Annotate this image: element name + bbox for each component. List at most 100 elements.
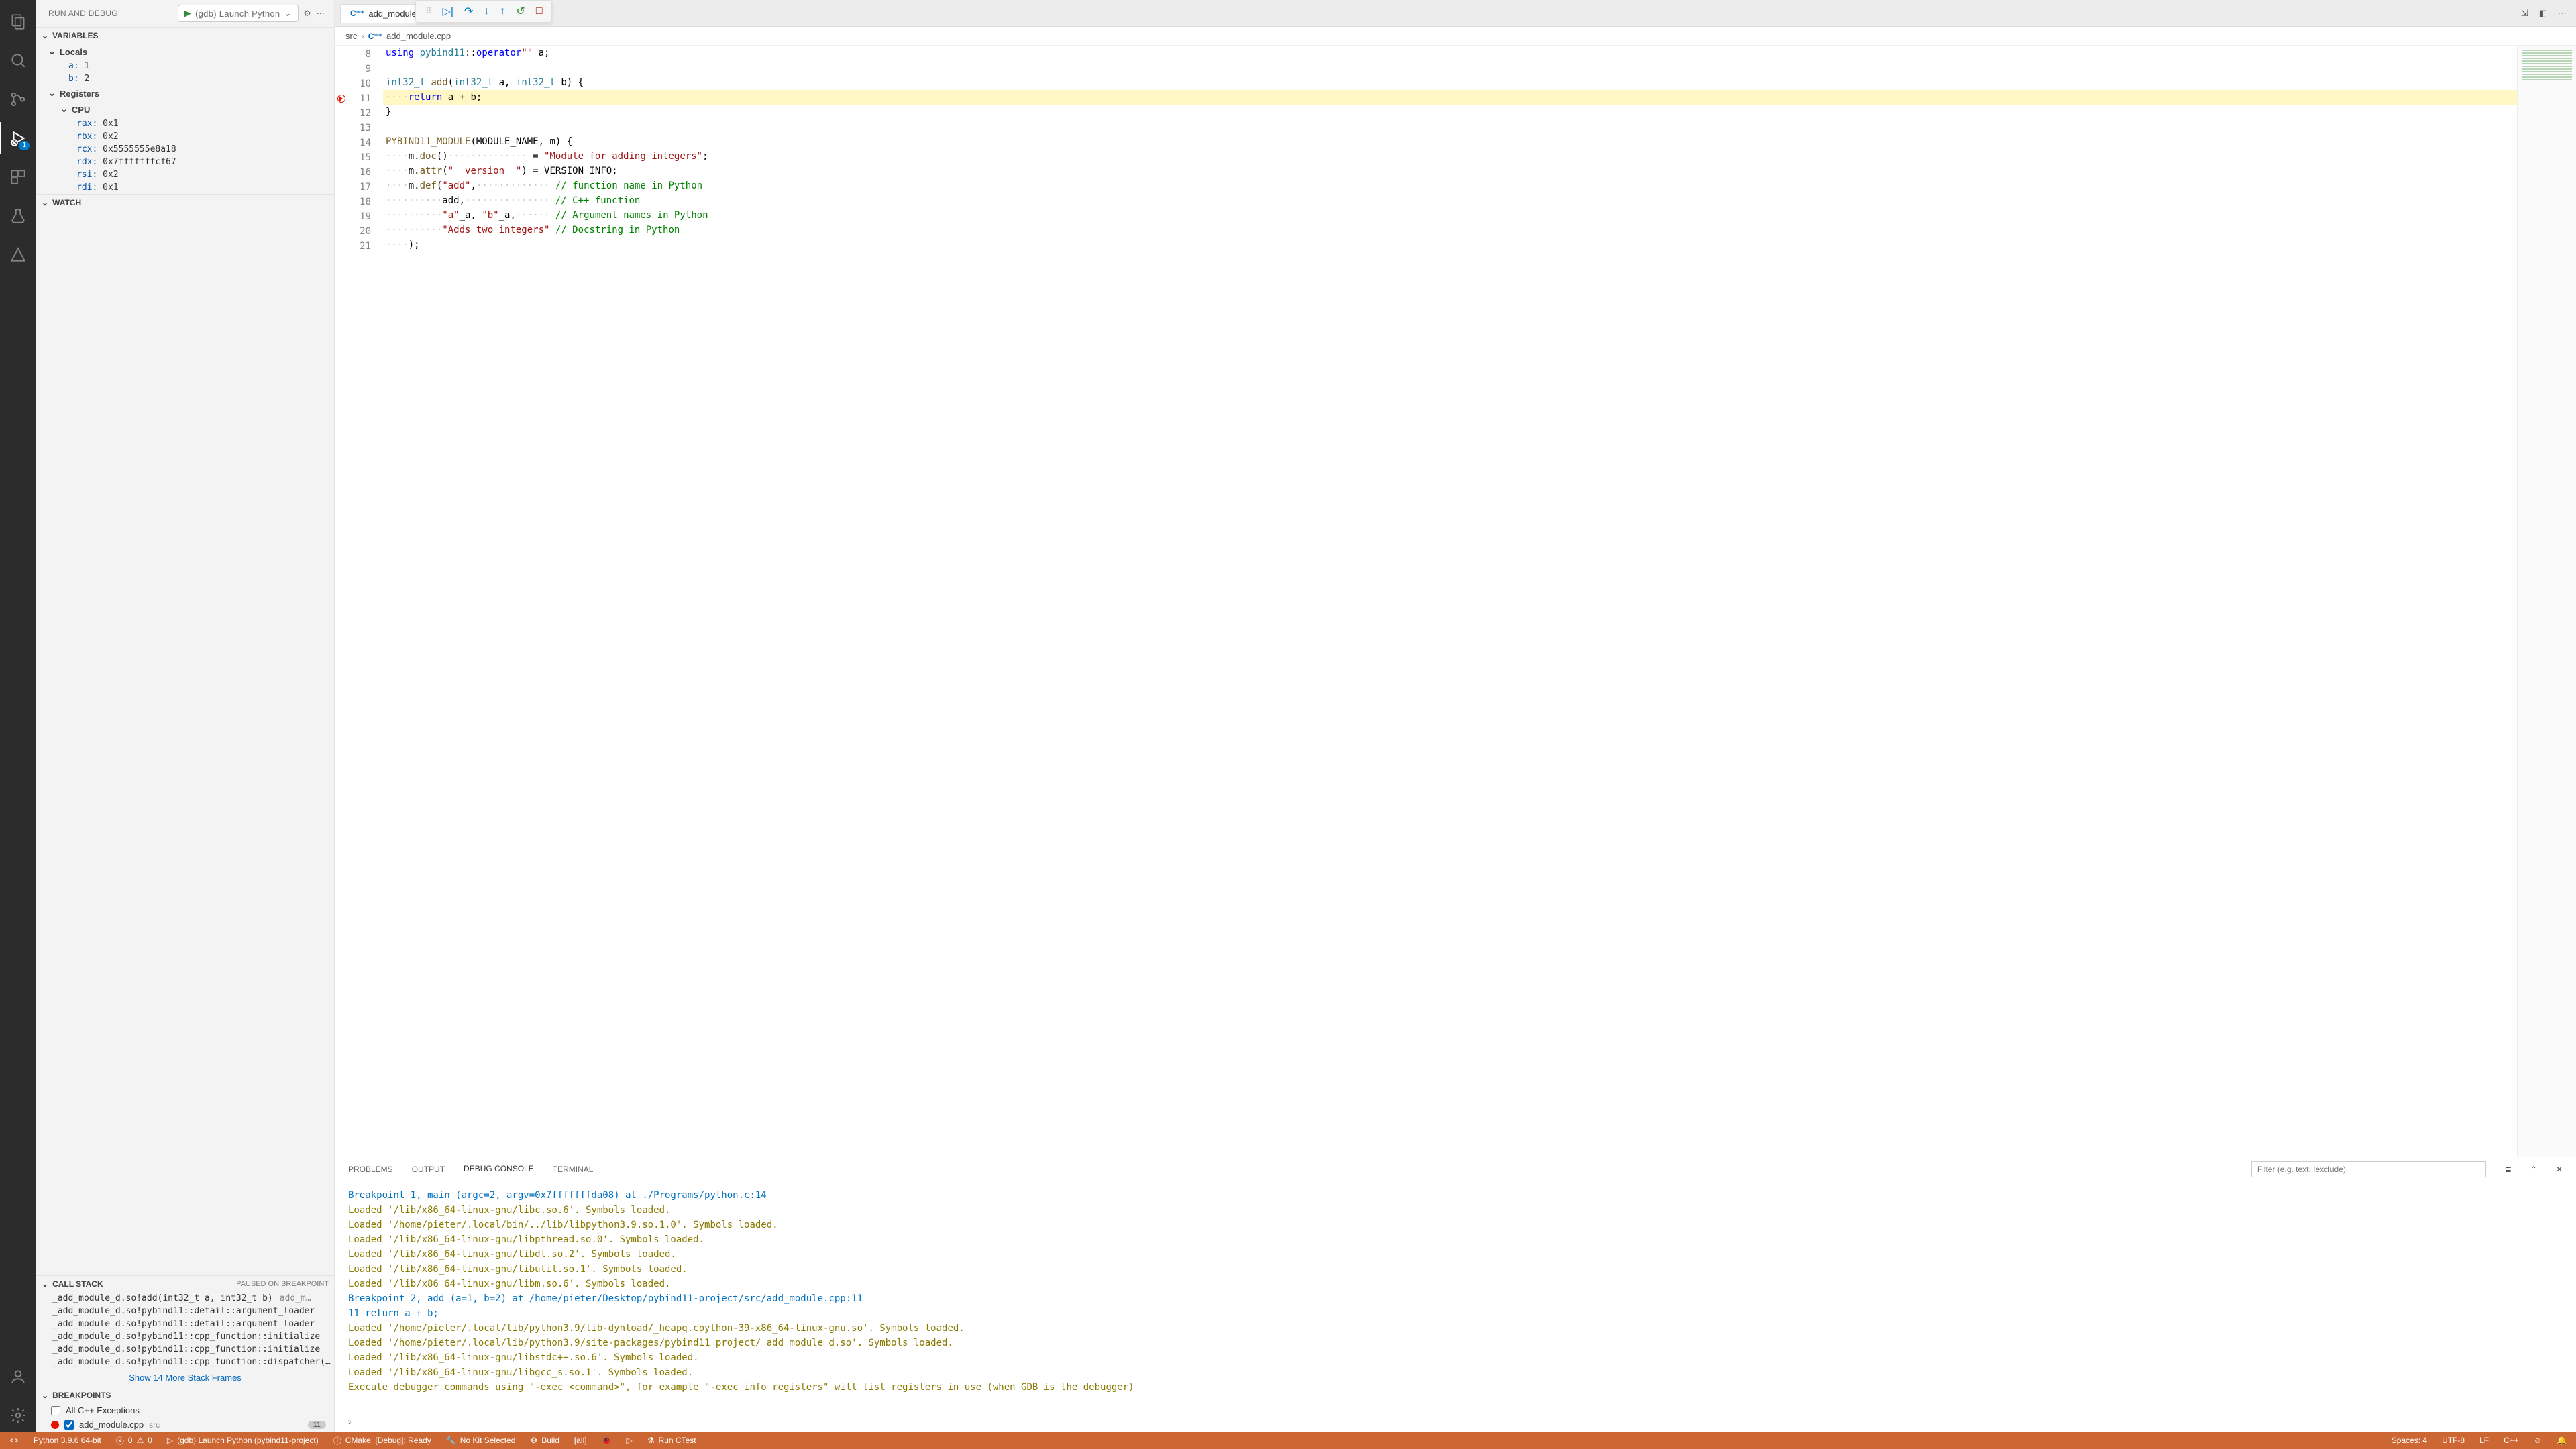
debug-icon: ▷ bbox=[167, 1436, 173, 1445]
bp-checkbox[interactable] bbox=[64, 1420, 74, 1430]
stack-frame[interactable]: _add_module_d.so!pybind11::cpp_function:… bbox=[36, 1356, 334, 1368]
run-debug-icon[interactable]: 1 bbox=[0, 122, 36, 154]
variable-row[interactable]: b: 2 bbox=[36, 72, 334, 85]
stack-frame[interactable]: _add_module_d.so!pybind11::cpp_function:… bbox=[36, 1343, 334, 1356]
stack-frame[interactable]: _add_module_d.so!pybind11::detail::argum… bbox=[36, 1318, 334, 1330]
build-target[interactable]: [all] bbox=[574, 1436, 587, 1445]
register-row[interactable]: rax: 0x1 bbox=[36, 117, 334, 130]
spaces-status[interactable]: Spaces: 4 bbox=[2392, 1436, 2427, 1445]
console-line: Loaded '/lib/x86_64-linux-gnu/libc.so.6'… bbox=[348, 1203, 2563, 1218]
console-line: Loaded '/lib/x86_64-linux-gnu/libpthread… bbox=[348, 1232, 2563, 1247]
launch-config-select[interactable]: ▶ (gdb) Launch Python ⌄ bbox=[178, 5, 299, 22]
grip-icon[interactable]: ⠿ bbox=[425, 6, 432, 17]
more-icon[interactable]: ⋯ bbox=[317, 9, 325, 18]
feedback-icon[interactable]: ☺ bbox=[2534, 1436, 2542, 1445]
debug-launch-icon[interactable]: 🐞 bbox=[602, 1436, 612, 1445]
tree-view-icon[interactable]: ≣ bbox=[2505, 1165, 2512, 1174]
stack-frame[interactable]: _add_module_d.so!pybind11::detail::argum… bbox=[36, 1305, 334, 1318]
console-line: Loaded '/lib/x86_64-linux-gnu/libdl.so.2… bbox=[348, 1247, 2563, 1262]
stop-button[interactable]: □ bbox=[536, 5, 543, 17]
registers-group[interactable]: ⌄Registers bbox=[36, 85, 334, 101]
cpp-file-icon: C⁺⁺ bbox=[350, 9, 364, 18]
register-row[interactable]: rcx: 0x5555555e8a18 bbox=[36, 143, 334, 156]
more-icon[interactable]: ⋯ bbox=[2558, 8, 2567, 19]
step-over-button[interactable]: ↷ bbox=[464, 5, 473, 18]
continue-button[interactable]: ▷| bbox=[443, 5, 453, 18]
search-icon[interactable] bbox=[0, 44, 36, 76]
tab-terminal[interactable]: TERMINAL bbox=[553, 1159, 594, 1179]
breakpoint-all-cpp[interactable]: All C++ Exceptions bbox=[36, 1403, 334, 1417]
breakpoints-section[interactable]: ⌄BREAKPOINTS bbox=[36, 1387, 334, 1403]
stack-frame[interactable]: _add_module_d.so!add(int32_t a, int32_t … bbox=[36, 1292, 334, 1305]
variables-section[interactable]: ⌄VARIABLES bbox=[36, 28, 334, 44]
bell-icon[interactable]: 🔔 bbox=[2557, 1436, 2567, 1445]
console-line: Loaded '/lib/x86_64-linux-gnu/libgcc_s.s… bbox=[348, 1365, 2563, 1380]
console-line: Loaded '/home/pieter/.local/lib/python3.… bbox=[348, 1321, 2563, 1336]
watch-section[interactable]: ⌄WATCH bbox=[36, 195, 334, 211]
stack-frame[interactable]: _add_module_d.so!pybind11::cpp_function:… bbox=[36, 1330, 334, 1343]
breakpoint-dot-icon bbox=[51, 1421, 59, 1429]
problems-status[interactable]: ⓧ0 ⚠0 bbox=[116, 1435, 152, 1446]
remote-button[interactable] bbox=[9, 1436, 19, 1445]
language-status[interactable]: C++ bbox=[2504, 1436, 2519, 1445]
gear-icon[interactable]: ⚙ bbox=[304, 9, 311, 18]
build-button[interactable]: ⚙Build bbox=[530, 1436, 559, 1445]
console-filter-input[interactable] bbox=[2251, 1161, 2486, 1177]
tabbar: C⁺⁺ add_module.cpp ⠿ ▷| ↷ ↓ ↑ ↺ □ ⇲ ◧ ⋯ bbox=[335, 0, 2576, 27]
encoding-status[interactable]: UTF-8 bbox=[2442, 1436, 2465, 1445]
activity-bar: 1 bbox=[0, 0, 36, 1432]
chevron-down-icon: ⌄ bbox=[42, 1279, 48, 1289]
kit-status[interactable]: 🔧No Kit Selected bbox=[446, 1436, 516, 1445]
register-row[interactable]: rdx: 0x7fffffffcf67 bbox=[36, 156, 334, 168]
step-into-button[interactable]: ↓ bbox=[484, 5, 489, 17]
compare-icon[interactable]: ⇲ bbox=[2521, 8, 2528, 19]
register-row[interactable]: rdi: 0x1 bbox=[36, 181, 334, 194]
python-interpreter[interactable]: Python 3.9.6 64-bit bbox=[34, 1436, 101, 1445]
breakpoint-current-icon bbox=[337, 95, 345, 103]
tab-problems[interactable]: PROBLEMS bbox=[348, 1159, 393, 1179]
debug-toolbar[interactable]: ⠿ ▷| ↷ ↓ ↑ ↺ □ bbox=[415, 0, 552, 23]
bp-checkbox[interactable] bbox=[51, 1406, 60, 1415]
cmake-status[interactable]: ⓘCMake: [Debug]: Ready bbox=[333, 1435, 431, 1446]
split-editor-icon[interactable]: ◧ bbox=[2539, 8, 2547, 19]
run-icon: ▶ bbox=[184, 8, 191, 19]
show-more-frames[interactable]: Show 14 More Stack Frames bbox=[36, 1368, 334, 1387]
step-out-button[interactable]: ↑ bbox=[500, 5, 505, 17]
settings-gear-icon[interactable] bbox=[0, 1399, 36, 1432]
debug-console-input[interactable]: › bbox=[335, 1413, 2576, 1432]
console-line: Breakpoint 2, add (a=1, b=2) at /home/pi… bbox=[348, 1291, 2563, 1306]
chevron-down-icon: ⌄ bbox=[284, 8, 291, 19]
cmake-icon[interactable] bbox=[0, 239, 36, 271]
chevron-down-icon: ⌄ bbox=[42, 1391, 48, 1400]
code-editor[interactable]: using pybind11::operator""_a;int32_t add… bbox=[383, 46, 2517, 1157]
locals-group[interactable]: ⌄Locals bbox=[36, 44, 334, 60]
minimap[interactable] bbox=[2517, 46, 2576, 1157]
breakpoint-row[interactable]: add_module.cpp src 11 bbox=[36, 1417, 334, 1432]
console-line: 11 return a + b; bbox=[348, 1306, 2563, 1321]
collapse-panel-icon[interactable]: ⌃ bbox=[2530, 1165, 2537, 1174]
scm-icon[interactable] bbox=[0, 83, 36, 115]
debug-console-output[interactable]: Breakpoint 1, main (argc=2, argv=0x7ffff… bbox=[335, 1181, 2576, 1413]
register-row[interactable]: rsi: 0x2 bbox=[36, 168, 334, 181]
account-icon[interactable] bbox=[0, 1360, 36, 1393]
ctest-button[interactable]: ⚗Run CTest bbox=[647, 1436, 696, 1445]
cpu-group[interactable]: ⌄CPU bbox=[36, 101, 334, 117]
close-panel-icon[interactable]: ✕ bbox=[2556, 1165, 2563, 1174]
explorer-icon[interactable] bbox=[0, 5, 36, 38]
breadcrumb[interactable]: src › C⁺⁺ add_module.cpp bbox=[335, 27, 2576, 46]
extensions-icon[interactable] bbox=[0, 161, 36, 193]
line-gutter[interactable]: 89101112131415161718192021 bbox=[335, 46, 383, 1157]
variable-row[interactable]: a: 1 bbox=[36, 60, 334, 72]
console-line: Loaded '/home/pieter/.local/bin/../lib/l… bbox=[348, 1218, 2563, 1232]
register-row[interactable]: rbx: 0x2 bbox=[36, 130, 334, 143]
chevron-down-icon: ⌄ bbox=[60, 104, 68, 115]
console-line: Loaded '/lib/x86_64-linux-gnu/libm.so.6'… bbox=[348, 1277, 2563, 1291]
launch-status[interactable]: ▷(gdb) Launch Python (pybind11-project) bbox=[167, 1436, 319, 1445]
testing-icon[interactable] bbox=[0, 200, 36, 232]
tab-debug-console[interactable]: DEBUG CONSOLE bbox=[464, 1159, 534, 1179]
restart-button[interactable]: ↺ bbox=[516, 5, 525, 18]
callstack-section[interactable]: ⌄CALL STACKPAUSED ON BREAKPOINT bbox=[36, 1276, 334, 1292]
tab-output[interactable]: OUTPUT bbox=[412, 1159, 445, 1179]
run-icon[interactable]: ▷ bbox=[627, 1436, 633, 1445]
eol-status[interactable]: LF bbox=[2479, 1436, 2489, 1445]
